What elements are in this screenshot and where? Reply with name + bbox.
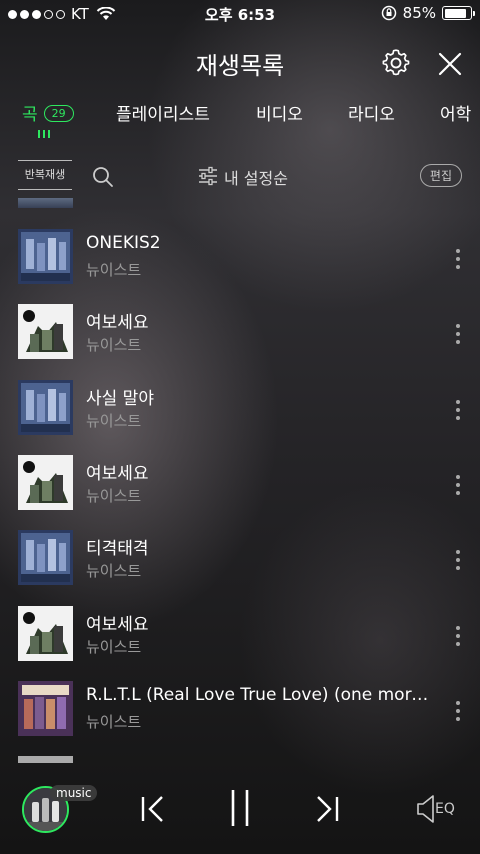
song-row[interactable]: 사실 말야뉴이스트 bbox=[0, 379, 480, 455]
song-title: 여보세요 bbox=[86, 463, 149, 484]
sort-label[interactable]: 내 설정순 bbox=[224, 165, 288, 189]
song-artist: 뉴이스트 bbox=[86, 562, 142, 581]
speaker-icon bbox=[417, 795, 434, 823]
eq-label: EQ bbox=[435, 801, 455, 817]
next-button[interactable] bbox=[314, 795, 340, 823]
song-title: 사실 말야 bbox=[86, 388, 154, 409]
repeat-button[interactable]: 반복재생 bbox=[18, 160, 72, 190]
song-title: 여보세요 bbox=[86, 614, 149, 635]
more-options-button[interactable] bbox=[455, 474, 461, 495]
album-art bbox=[18, 454, 73, 510]
album-art bbox=[18, 530, 73, 586]
song-artist: 뉴이스트 bbox=[86, 712, 142, 731]
search-icon bbox=[93, 167, 113, 187]
search-button[interactable] bbox=[92, 166, 114, 188]
sort-button[interactable] bbox=[197, 166, 219, 186]
album-art bbox=[18, 379, 73, 435]
gear-icon bbox=[382, 49, 410, 76]
partial-album-art bbox=[18, 756, 73, 763]
song-title: 여보세요 bbox=[86, 313, 149, 334]
tab-songs-label: 곡 bbox=[22, 105, 38, 125]
active-tab-indicator bbox=[38, 130, 50, 138]
song-artist: 뉴이스트 bbox=[86, 486, 142, 505]
more-options-button[interactable] bbox=[455, 249, 461, 269]
close-icon bbox=[438, 52, 462, 76]
tab-songs[interactable]: 곡 29 bbox=[22, 100, 74, 125]
sliders-icon bbox=[199, 166, 217, 186]
edit-button[interactable]: 편집 bbox=[419, 164, 462, 187]
close-button[interactable] bbox=[438, 52, 462, 76]
song-row[interactable]: 여보세요뉴이스트 bbox=[0, 454, 480, 530]
battery-percent: 85% bbox=[402, 4, 436, 22]
battery-fill bbox=[444, 8, 466, 18]
more-options-button[interactable] bbox=[455, 550, 461, 571]
album-art bbox=[18, 680, 73, 736]
pause-button[interactable] bbox=[228, 788, 252, 828]
pause-icon bbox=[231, 790, 249, 826]
mini-player: music EQ bbox=[0, 776, 480, 854]
song-count-badge: 29 bbox=[43, 105, 74, 122]
album-art bbox=[18, 304, 73, 360]
song-title: R.L.T.L (Real Love True Love) (one morn.… bbox=[86, 684, 436, 705]
song-title: ONEKIS2 bbox=[86, 233, 161, 253]
status-right: 85% bbox=[381, 4, 475, 22]
more-options-button[interactable] bbox=[455, 399, 461, 420]
battery-icon bbox=[442, 6, 475, 20]
music-badge: music bbox=[50, 785, 98, 801]
song-artist: 뉴이스트 bbox=[86, 411, 142, 430]
song-row[interactable]: ONEKIS2 뉴이스트 bbox=[0, 229, 480, 304]
tab-playlist[interactable]: 플레이리스트 bbox=[116, 100, 210, 125]
eq-button[interactable]: EQ bbox=[416, 793, 462, 825]
partial-album-art bbox=[18, 198, 73, 208]
song-row[interactable]: 여보세요뉴이스트 bbox=[0, 304, 480, 379]
song-list: ONEKIS2 뉴이스트 여보세요 뉴이스트 사실 말야 뉴이스트 여보세요 뉴이스트 티격태격… bbox=[0, 198, 480, 763]
album-art bbox=[18, 605, 73, 661]
skip-previous-icon bbox=[141, 796, 163, 822]
more-options-button[interactable] bbox=[455, 324, 461, 345]
tab-video[interactable]: 비디오 bbox=[256, 100, 303, 125]
album-art bbox=[18, 229, 73, 284]
list-toolbar: 반복재생 내 설정순 편집 bbox=[0, 158, 480, 194]
song-artist: 뉴이스트 bbox=[86, 637, 142, 656]
song-artist: 뉴이스트 bbox=[86, 261, 142, 279]
skip-next-icon bbox=[317, 796, 339, 822]
song-row[interactable]: R.L.T.L (Real Love True Love) (one morn.… bbox=[0, 680, 480, 756]
song-row[interactable]: 티격태격뉴이스트 bbox=[0, 530, 480, 605]
status-bar: KT 오후 6:53 85% bbox=[0, 0, 480, 28]
song-artist: 뉴이스트 bbox=[86, 336, 142, 355]
rotation-lock-icon bbox=[381, 5, 396, 21]
tab-radio[interactable]: 라디오 bbox=[348, 100, 395, 125]
tab-language[interactable]: 어학 bbox=[440, 100, 471, 125]
song-title: 티격태격 bbox=[86, 539, 149, 560]
previous-button[interactable] bbox=[140, 795, 166, 823]
more-options-button[interactable] bbox=[455, 625, 461, 646]
song-row[interactable]: 여보세요뉴이스트 bbox=[0, 605, 480, 681]
settings-button[interactable] bbox=[382, 49, 410, 77]
more-options-button[interactable] bbox=[455, 700, 461, 721]
tab-bar: 곡 29 플레이리스트 비디오 라디오 어학 bbox=[0, 96, 480, 146]
